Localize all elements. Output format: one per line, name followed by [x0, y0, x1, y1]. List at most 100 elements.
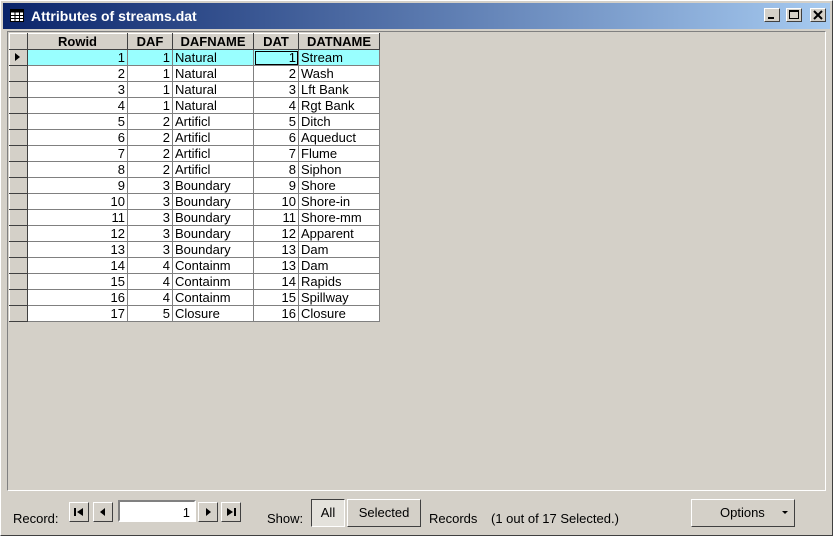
cell-rowid[interactable]: 7 — [27, 145, 128, 162]
cell-datname[interactable]: Shore-mm — [298, 209, 380, 226]
show-selected-button[interactable]: Selected — [347, 499, 421, 527]
show-all-button[interactable]: All — [311, 499, 345, 527]
cell-rowid[interactable]: 1 — [27, 49, 128, 66]
table-row[interactable]: 16 4 Containm 15 Spillway — [9, 289, 380, 306]
cell-datname[interactable]: Spillway — [298, 289, 380, 306]
row-selector[interactable] — [9, 129, 28, 146]
cell-daf[interactable]: 3 — [127, 225, 173, 242]
cell-dat[interactable]: 1 — [253, 49, 299, 66]
cell-dat[interactable]: 5 — [253, 113, 299, 130]
table-grid-area[interactable]: Rowid DAF DAFNAME DAT DATNAME 1 1 Natural 1… — [7, 31, 826, 491]
row-selector[interactable] — [9, 145, 28, 162]
cell-daf[interactable]: 4 — [127, 289, 173, 306]
cell-rowid[interactable]: 15 — [27, 273, 128, 290]
cell-dafname[interactable]: Natural — [172, 81, 254, 98]
row-selector[interactable] — [9, 305, 28, 322]
table-row[interactable]: 10 3 Boundary 10 Shore-in — [9, 193, 380, 210]
cell-rowid[interactable]: 6 — [27, 129, 128, 146]
cell-datname[interactable]: Flume — [298, 145, 380, 162]
cell-dafname[interactable]: Closure — [172, 305, 254, 322]
cell-dafname[interactable]: Natural — [172, 65, 254, 82]
cell-datname[interactable]: Wash — [298, 65, 380, 82]
last-record-button[interactable] — [221, 502, 241, 522]
cell-daf[interactable]: 4 — [127, 273, 173, 290]
row-selector[interactable] — [9, 289, 28, 306]
table-row[interactable]: 3 1 Natural 3 Lft Bank — [9, 81, 380, 98]
cell-dat[interactable]: 8 — [253, 161, 299, 178]
minimize-button[interactable] — [764, 8, 780, 22]
first-record-button[interactable] — [69, 502, 89, 522]
cell-dat[interactable]: 3 — [253, 81, 299, 98]
cell-rowid[interactable]: 16 — [27, 289, 128, 306]
row-selector[interactable] — [9, 49, 28, 66]
row-selector[interactable] — [9, 81, 28, 98]
cell-daf[interactable]: 3 — [127, 177, 173, 194]
cell-dafname[interactable]: Natural — [172, 97, 254, 114]
cell-rowid[interactable]: 5 — [27, 113, 128, 130]
table-row[interactable]: 6 2 Artificl 6 Aqueduct — [9, 129, 380, 146]
cell-dat[interactable]: 11 — [253, 209, 299, 226]
table-row[interactable]: 7 2 Artificl 7 Flume — [9, 145, 380, 162]
cell-dat[interactable]: 7 — [253, 145, 299, 162]
cell-rowid[interactable]: 8 — [27, 161, 128, 178]
cell-daf[interactable]: 1 — [127, 81, 173, 98]
table-row[interactable]: 15 4 Containm 14 Rapids — [9, 273, 380, 290]
cell-dat[interactable]: 14 — [253, 273, 299, 290]
cell-dafname[interactable]: Boundary — [172, 209, 254, 226]
cell-dafname[interactable]: Artificl — [172, 161, 254, 178]
cell-dafname[interactable]: Containm — [172, 289, 254, 306]
cell-daf[interactable]: 3 — [127, 241, 173, 258]
table-row[interactable]: 14 4 Containm 13 Dam — [9, 257, 380, 274]
cell-datname[interactable]: Lft Bank — [298, 81, 380, 98]
cell-daf[interactable]: 1 — [127, 97, 173, 114]
table-row[interactable]: 8 2 Artificl 8 Siphon — [9, 161, 380, 178]
maximize-button[interactable] — [786, 8, 802, 22]
cell-datname[interactable]: Dam — [298, 257, 380, 274]
cell-dafname[interactable]: Boundary — [172, 241, 254, 258]
cell-dat[interactable]: 2 — [253, 65, 299, 82]
row-selector[interactable] — [9, 273, 28, 290]
cell-dafname[interactable]: Containm — [172, 257, 254, 274]
cell-dat[interactable]: 16 — [253, 305, 299, 322]
cell-datname[interactable]: Shore — [298, 177, 380, 194]
cell-dafname[interactable]: Boundary — [172, 225, 254, 242]
column-header-dafname[interactable]: DAFNAME — [172, 33, 254, 50]
table-row[interactable]: 2 1 Natural 2 Wash — [9, 65, 380, 82]
row-selector[interactable] — [9, 177, 28, 194]
cell-dafname[interactable]: Boundary — [172, 177, 254, 194]
options-button[interactable]: Options — [691, 499, 795, 527]
cell-datname[interactable]: Siphon — [298, 161, 380, 178]
cell-dafname[interactable]: Artificl — [172, 113, 254, 130]
cell-datname[interactable]: Closure — [298, 305, 380, 322]
cell-dat[interactable]: 6 — [253, 129, 299, 146]
previous-record-button[interactable] — [93, 502, 113, 522]
cell-daf[interactable]: 3 — [127, 209, 173, 226]
cell-dafname[interactable]: Containm — [172, 273, 254, 290]
column-header-rowid[interactable]: Rowid — [27, 33, 128, 50]
cell-datname[interactable]: Aqueduct — [298, 129, 380, 146]
row-selector[interactable] — [9, 161, 28, 178]
cell-dat[interactable]: 12 — [253, 225, 299, 242]
cell-daf[interactable]: 2 — [127, 161, 173, 178]
table-row[interactable]: 11 3 Boundary 11 Shore-mm — [9, 209, 380, 226]
cell-datname[interactable]: Stream — [298, 49, 380, 66]
row-selector[interactable] — [9, 225, 28, 242]
cell-rowid[interactable]: 17 — [27, 305, 128, 322]
cell-datname[interactable]: Rapids — [298, 273, 380, 290]
cell-dafname[interactable]: Artificl — [172, 145, 254, 162]
table-row[interactable]: 1 1 Natural 1 Stream — [9, 49, 380, 66]
next-record-button[interactable] — [198, 502, 218, 522]
cell-datname[interactable]: Apparent — [298, 225, 380, 242]
cell-dafname[interactable]: Natural — [172, 49, 254, 66]
cell-dat[interactable]: 13 — [253, 241, 299, 258]
cell-rowid[interactable]: 14 — [27, 257, 128, 274]
cell-rowid[interactable]: 4 — [27, 97, 128, 114]
cell-datname[interactable]: Dam — [298, 241, 380, 258]
row-selector[interactable] — [9, 113, 28, 130]
row-selector[interactable] — [9, 97, 28, 114]
row-selector[interactable] — [9, 257, 28, 274]
cell-datname[interactable]: Shore-in — [298, 193, 380, 210]
row-selector[interactable] — [9, 65, 28, 82]
cell-daf[interactable]: 2 — [127, 129, 173, 146]
table-row[interactable]: 9 3 Boundary 9 Shore — [9, 177, 380, 194]
